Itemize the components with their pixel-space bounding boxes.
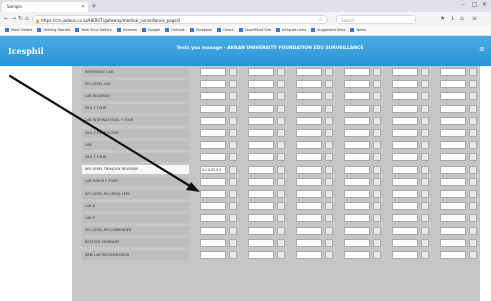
arrow-line (8, 74, 192, 188)
annotation-arrow (8, 74, 200, 192)
arrow-head (186, 182, 200, 192)
